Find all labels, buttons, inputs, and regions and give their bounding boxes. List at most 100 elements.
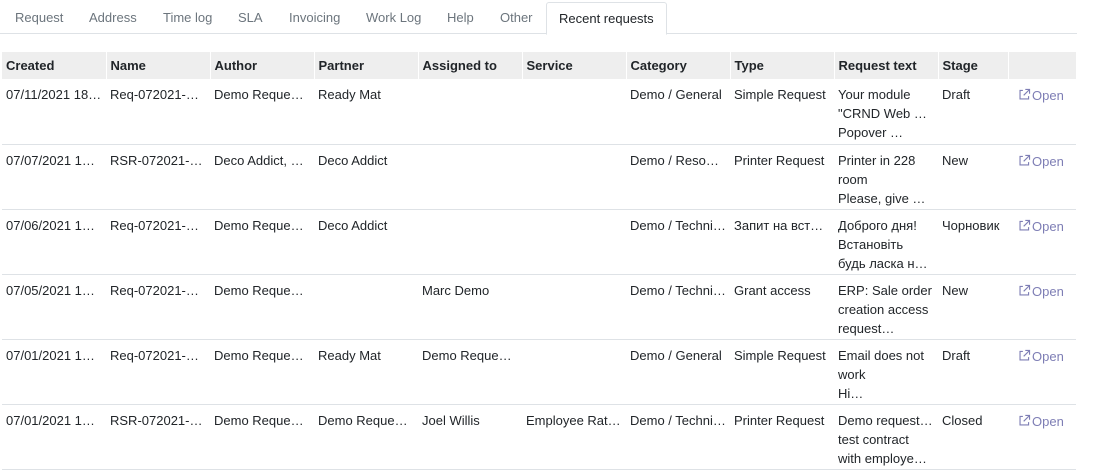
cell-category: Demo / Resou… xyxy=(626,144,730,210)
column-header-request-text[interactable]: Request text xyxy=(833,52,938,79)
table-row[interactable]: 07/11/2021 18… Req-072021-0… Demo Reques… xyxy=(2,79,1076,145)
cell-service: Employee Rat… xyxy=(522,404,626,470)
request-text-line: Доброго дня! xyxy=(838,217,917,233)
tab-help[interactable]: Help xyxy=(447,0,474,34)
table-row[interactable]: 07/01/2021 19… Req-072021-0… Demo Reques… xyxy=(2,339,1076,405)
column-header-assigned-to[interactable]: Assigned to xyxy=(417,52,522,79)
cell-type: Simple Request xyxy=(730,339,834,405)
cell-assigned-to xyxy=(418,79,522,145)
column-header-type[interactable]: Type xyxy=(729,52,834,79)
column-header-created[interactable]: Created xyxy=(2,52,106,79)
open-label: Open xyxy=(1032,283,1064,299)
cell-partner xyxy=(314,274,418,340)
stage-value: Draft xyxy=(942,347,971,363)
table-row[interactable]: 07/01/2021 19… RSR-072021-… Demo Reques…… xyxy=(2,404,1076,470)
request-text-line: Email does not xyxy=(838,347,924,363)
author-value: Demo Reques… xyxy=(214,217,310,233)
column-header-category[interactable]: Category xyxy=(625,52,730,79)
cell-request-text: Email does not work Hi… xyxy=(834,339,938,405)
partner-value: Ready Mat xyxy=(318,87,381,102)
cell-name: Req-072021-0… xyxy=(106,274,210,340)
cell-author: Deco Addict, … xyxy=(210,144,314,210)
request-text-line: test contract xyxy=(838,431,909,447)
cell-stage: New xyxy=(938,144,1008,210)
assigned-to-value: Marc Demo xyxy=(422,282,490,298)
column-header-author[interactable]: Author xyxy=(209,52,314,79)
cell-service xyxy=(522,209,626,275)
category-value: Demo / Techni… xyxy=(630,217,726,233)
cell-partner: Ready Mat xyxy=(314,79,418,145)
name-value: RSR-072021-… xyxy=(110,412,203,428)
type-value: Printer Request xyxy=(734,152,825,168)
recent-requests-table: Created Name Author Partner Assigned to … xyxy=(2,52,1076,470)
open-link[interactable]: Open xyxy=(1018,414,1064,429)
column-header-name[interactable]: Name xyxy=(105,52,210,79)
created-value: 07/05/2021 18… xyxy=(6,282,102,298)
external-link-icon xyxy=(1019,414,1031,426)
cell-created: 07/05/2021 18… xyxy=(2,274,106,340)
open-link[interactable]: Open xyxy=(1018,154,1064,169)
cell-name: Req-072021-0… xyxy=(106,209,210,275)
service-value: Employee Rat… xyxy=(526,412,621,428)
tab-invoicing[interactable]: Invoicing xyxy=(289,0,340,34)
cell-stage: Draft xyxy=(938,339,1008,405)
stage-value: Чорновик xyxy=(942,217,1000,233)
cell-stage: New xyxy=(938,274,1008,340)
category-value: Demo / Resou… xyxy=(630,152,726,168)
cell-actions: Open xyxy=(1008,404,1076,470)
cell-actions: Open xyxy=(1008,274,1076,340)
partner-value: Deco Addict xyxy=(318,152,388,168)
name-value: Req-072021-0… xyxy=(110,282,206,298)
tab-other[interactable]: Other xyxy=(500,0,533,34)
tab-request[interactable]: Request xyxy=(15,0,63,34)
cell-category: Demo / General xyxy=(626,79,730,145)
column-header-stage[interactable]: Stage xyxy=(937,52,1008,79)
table-row[interactable]: 07/05/2021 18… Req-072021-0… Demo Reques… xyxy=(2,274,1076,340)
tab-sla[interactable]: SLA xyxy=(238,0,263,34)
cell-type: Grant access xyxy=(730,274,834,340)
open-link[interactable]: Open xyxy=(1018,284,1064,299)
column-header-service[interactable]: Service xyxy=(521,52,626,79)
cell-category: Demo / Techni… xyxy=(626,404,730,470)
table-header-row: Created Name Author Partner Assigned to … xyxy=(2,52,1076,79)
table-row[interactable]: 07/07/2021 18… RSR-072021-… Deco Addict,… xyxy=(2,144,1076,210)
created-value: 07/07/2021 18… xyxy=(6,152,102,168)
column-header-partner[interactable]: Partner xyxy=(313,52,418,79)
tab-address[interactable]: Address xyxy=(89,0,137,34)
cell-author: Demo Reques… xyxy=(210,404,314,470)
request-text-line: creation access xyxy=(838,301,929,317)
request-text-line: Your module xyxy=(838,87,911,102)
table-row[interactable]: 07/06/2021 18… Req-072021-0… Demo Reques… xyxy=(2,209,1076,275)
cell-service xyxy=(522,339,626,405)
request-text-line: ERP: Sale order xyxy=(838,282,932,298)
cell-actions: Open xyxy=(1008,209,1076,275)
author-value: Deco Addict, … xyxy=(214,152,304,168)
cell-request-text: ERP: Sale order creation access request… xyxy=(834,274,938,340)
cell-name: RSR-072021-… xyxy=(106,144,210,210)
partner-value: Demo Reques… xyxy=(318,412,414,428)
cell-service xyxy=(522,274,626,340)
open-link[interactable]: Open xyxy=(1018,88,1064,103)
tab-recent-requests[interactable]: Recent requests xyxy=(546,2,667,35)
type-value: Grant access xyxy=(734,282,811,298)
cell-actions: Open xyxy=(1008,339,1076,405)
open-link[interactable]: Open xyxy=(1018,349,1064,364)
cell-partner: Deco Addict xyxy=(314,209,418,275)
cell-category: Demo / General xyxy=(626,339,730,405)
request-text-line: Hi… xyxy=(838,385,864,401)
type-value: Simple Request xyxy=(734,87,826,102)
cell-actions: Open xyxy=(1008,144,1076,210)
cell-category: Demo / Techni… xyxy=(626,209,730,275)
tab-time-log[interactable]: Time log xyxy=(163,0,212,34)
external-link-icon xyxy=(1019,88,1031,100)
open-link[interactable]: Open xyxy=(1018,219,1064,234)
cell-created: 07/01/2021 19… xyxy=(2,339,106,405)
cell-partner: Demo Reques… xyxy=(314,404,418,470)
cell-assigned-to: Joel Willis xyxy=(418,404,522,470)
request-text-line: Please, give … xyxy=(838,190,926,206)
request-text-line: with employee… xyxy=(838,450,934,466)
request-text-line: будь ласка н… xyxy=(838,255,928,271)
category-value: Demo / Techni… xyxy=(630,412,726,428)
tab-work-log[interactable]: Work Log xyxy=(366,0,421,34)
category-value: Demo / General xyxy=(630,347,722,363)
